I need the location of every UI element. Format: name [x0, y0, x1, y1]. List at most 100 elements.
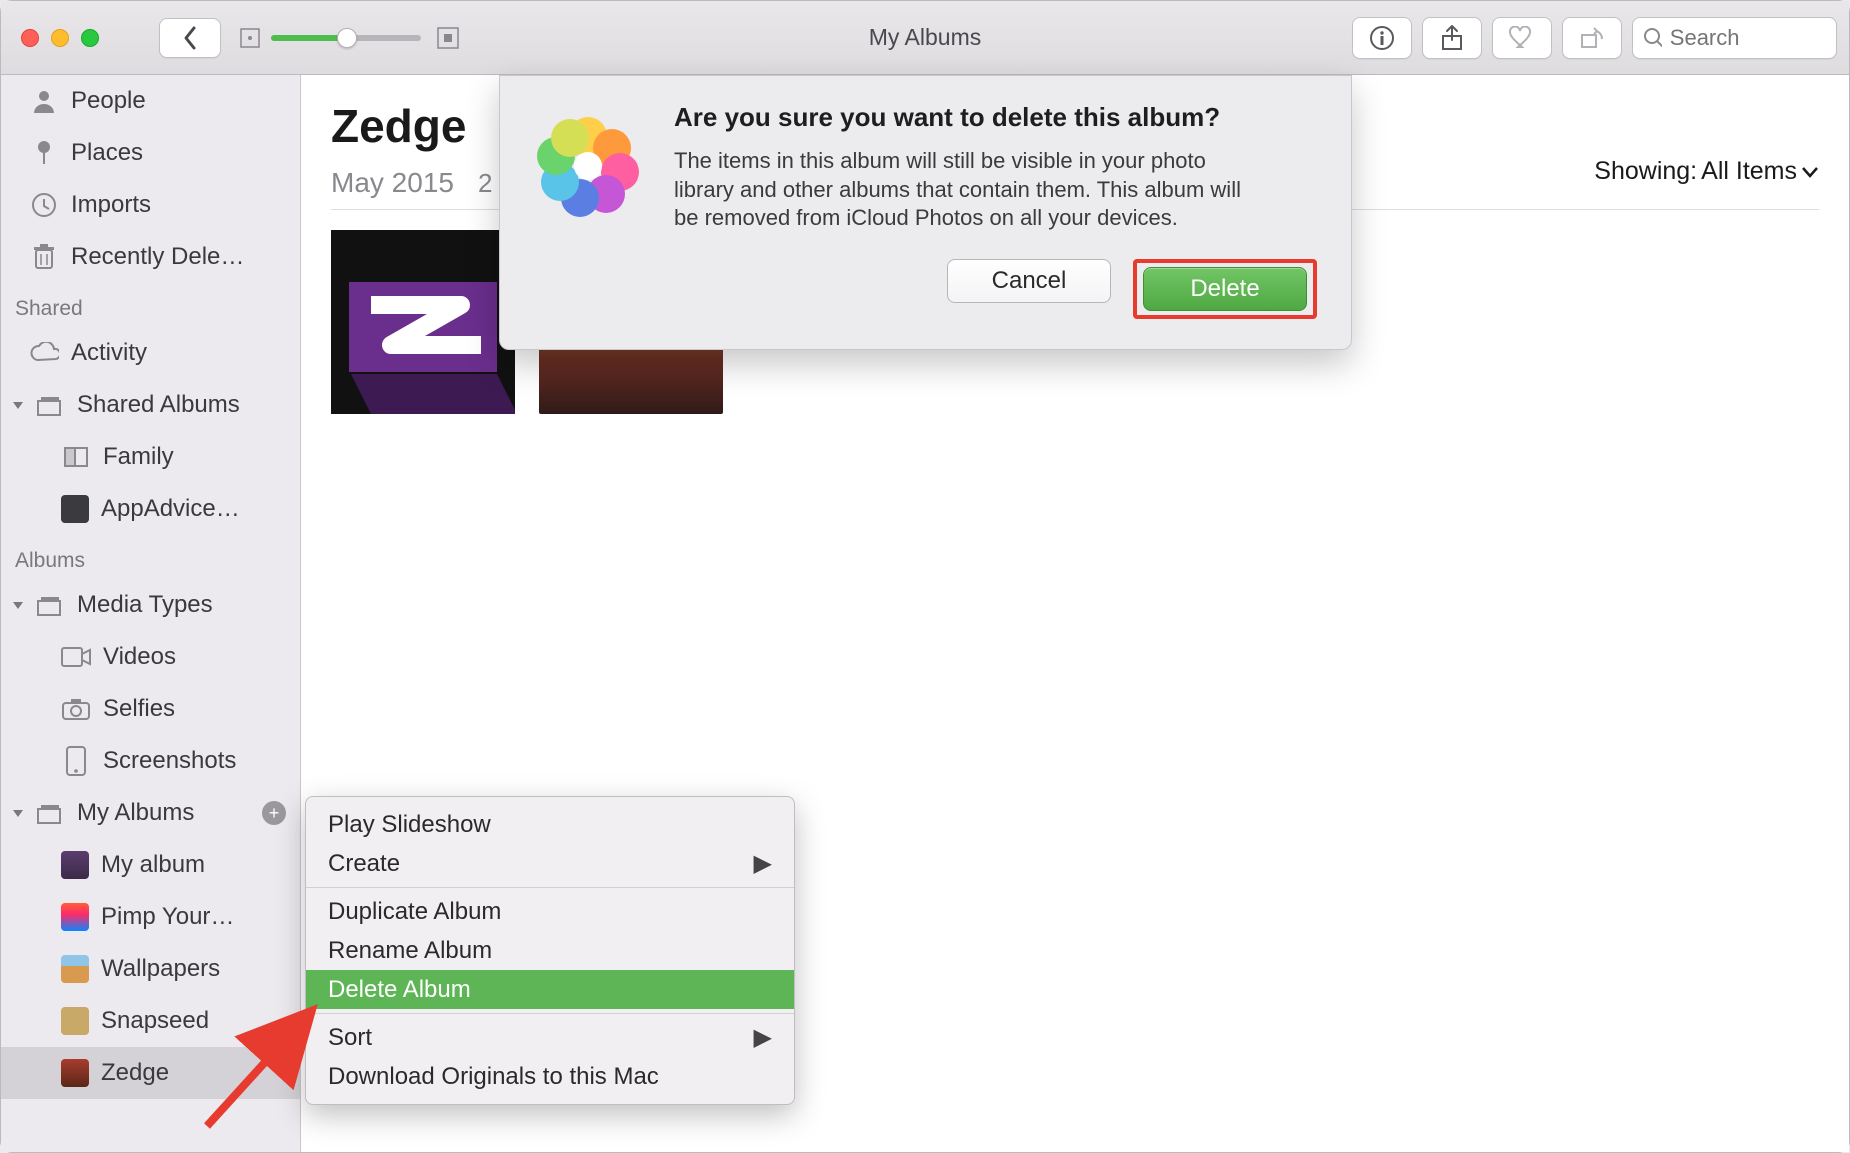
context-menu: Play Slideshow Create ▶ Duplicate Album R…: [305, 796, 795, 1105]
album-date: May 2015: [331, 167, 454, 199]
sidebar-item-wallpapers[interactable]: Wallpapers: [1, 943, 300, 995]
pin-icon: [29, 138, 59, 168]
disclosure-triangle-icon[interactable]: [11, 806, 29, 820]
add-album-button[interactable]: +: [262, 801, 286, 825]
album-thumbnail: [61, 1007, 89, 1035]
share-button[interactable]: [1422, 17, 1482, 59]
search-box[interactable]: [1632, 17, 1837, 59]
sidebar-item-recently-deleted[interactable]: Recently Dele…: [1, 231, 300, 283]
menu-item-rename-album[interactable]: Rename Album: [306, 931, 794, 970]
favorite-button[interactable]: [1492, 17, 1552, 59]
minimize-window-button[interactable]: [51, 29, 69, 47]
sidebar-item-appadvice[interactable]: AppAdvice…: [1, 483, 300, 535]
confirm-delete-dialog: Are you sure you want to delete this alb…: [499, 75, 1352, 350]
sidebar-label: People: [71, 87, 146, 115]
sidebar-item-pimp-your[interactable]: Pimp Your…: [1, 891, 300, 943]
album-count: 2: [478, 168, 492, 199]
sidebar-label: Pimp Your…: [101, 903, 234, 931]
menu-separator: [306, 1013, 794, 1014]
dialog-body: The items in this album will still be vi…: [674, 147, 1254, 233]
zoom-handle[interactable]: [337, 28, 357, 48]
submenu-arrow-icon: ▶: [754, 1023, 772, 1052]
album-thumbnail: [61, 955, 89, 983]
back-button[interactable]: [159, 18, 221, 58]
menu-separator: [306, 887, 794, 888]
disclosure-triangle-icon[interactable]: [11, 398, 29, 412]
search-input[interactable]: [1670, 25, 1826, 51]
sidebar-item-zedge[interactable]: Zedge: [1, 1047, 300, 1099]
button-label: Cancel: [992, 267, 1067, 295]
album-icon: [61, 442, 91, 472]
chevron-down-icon: [1801, 165, 1819, 179]
trash-icon: [29, 242, 59, 272]
cloud-icon: [29, 338, 59, 368]
sidebar-label: Imports: [71, 191, 151, 219]
sidebar-item-imports[interactable]: Imports: [1, 179, 300, 231]
sidebar-label: Shared Albums: [77, 391, 240, 419]
showing-filter[interactable]: Showing: All Items: [1594, 157, 1819, 186]
sidebar-label: Selfies: [103, 695, 175, 723]
menu-label: Delete Album: [328, 976, 471, 1004]
rotate-button[interactable]: [1562, 17, 1622, 59]
album-thumbnail: [61, 495, 89, 523]
sidebar-item-my-albums[interactable]: My Albums +: [1, 787, 300, 839]
annotation-highlight: Delete: [1133, 259, 1317, 319]
thumbnail-small-icon: [239, 27, 261, 49]
sidebar-label: Activity: [71, 339, 147, 367]
fullscreen-window-button[interactable]: [81, 29, 99, 47]
sidebar-item-places[interactable]: Places: [1, 127, 300, 179]
sidebar-label: My Albums: [77, 799, 194, 827]
cancel-button[interactable]: Cancel: [947, 259, 1111, 303]
info-icon: [1369, 25, 1395, 51]
disclosure-triangle-icon[interactable]: [11, 598, 29, 612]
sidebar-item-selfies[interactable]: Selfies: [1, 683, 300, 735]
menu-item-duplicate-album[interactable]: Duplicate Album: [306, 892, 794, 931]
thumbnail-large-icon: [437, 27, 459, 49]
sidebar-item-people[interactable]: People: [1, 75, 300, 127]
video-icon: [61, 642, 91, 672]
menu-item-play-slideshow[interactable]: Play Slideshow: [306, 805, 794, 844]
delete-button[interactable]: Delete: [1143, 267, 1307, 311]
sidebar-item-snapseed[interactable]: Snapseed: [1, 995, 300, 1047]
sidebar-item-shared-albums[interactable]: Shared Albums: [1, 379, 300, 431]
zedge-logo-icon: [331, 230, 515, 414]
menu-label: Create: [328, 850, 400, 878]
sidebar-item-media-types[interactable]: Media Types: [1, 579, 300, 631]
showing-label: Showing:: [1594, 157, 1697, 186]
sidebar-item-videos[interactable]: Videos: [1, 631, 300, 683]
sidebar-label: Family: [103, 443, 174, 471]
sidebar-item-family[interactable]: Family: [1, 431, 300, 483]
photo-thumbnail[interactable]: [331, 230, 515, 414]
stack-icon: [35, 798, 65, 828]
heart-icon: [1508, 26, 1536, 50]
close-window-button[interactable]: [21, 29, 39, 47]
sidebar-label: Places: [71, 139, 143, 167]
submenu-arrow-icon: ▶: [754, 849, 772, 878]
menu-label: Sort: [328, 1024, 372, 1052]
sidebar-label: My album: [101, 851, 205, 879]
info-button[interactable]: [1352, 17, 1412, 59]
sidebar: People Places Imports Recently Dele… Sha…: [1, 75, 301, 1152]
menu-label: Play Slideshow: [328, 811, 491, 839]
menu-item-delete-album[interactable]: Delete Album: [306, 970, 794, 1009]
album-thumbnail: [61, 903, 89, 931]
album-thumbnail: [61, 1059, 89, 1087]
sidebar-item-activity[interactable]: Activity: [1, 327, 300, 379]
sidebar-label: Screenshots: [103, 747, 236, 775]
photos-app-icon: [530, 106, 646, 222]
sidebar-item-my-album[interactable]: My album: [1, 839, 300, 891]
menu-item-sort[interactable]: Sort ▶: [306, 1018, 794, 1057]
window-title: My Albums: [869, 24, 981, 51]
sidebar-label: Wallpapers: [101, 955, 220, 983]
camera-icon: [61, 694, 91, 724]
stack-icon: [35, 590, 65, 620]
sidebar-label: Snapseed: [101, 1007, 209, 1035]
showing-value: All Items: [1701, 157, 1797, 186]
menu-item-create[interactable]: Create ▶: [306, 844, 794, 883]
zoom-slider[interactable]: [271, 35, 421, 41]
sidebar-item-screenshots[interactable]: Screenshots: [1, 735, 300, 787]
window-controls: [21, 29, 99, 47]
rotate-icon: [1578, 25, 1606, 51]
menu-item-download-originals[interactable]: Download Originals to this Mac: [306, 1057, 794, 1096]
sidebar-label: AppAdvice…: [101, 495, 240, 523]
